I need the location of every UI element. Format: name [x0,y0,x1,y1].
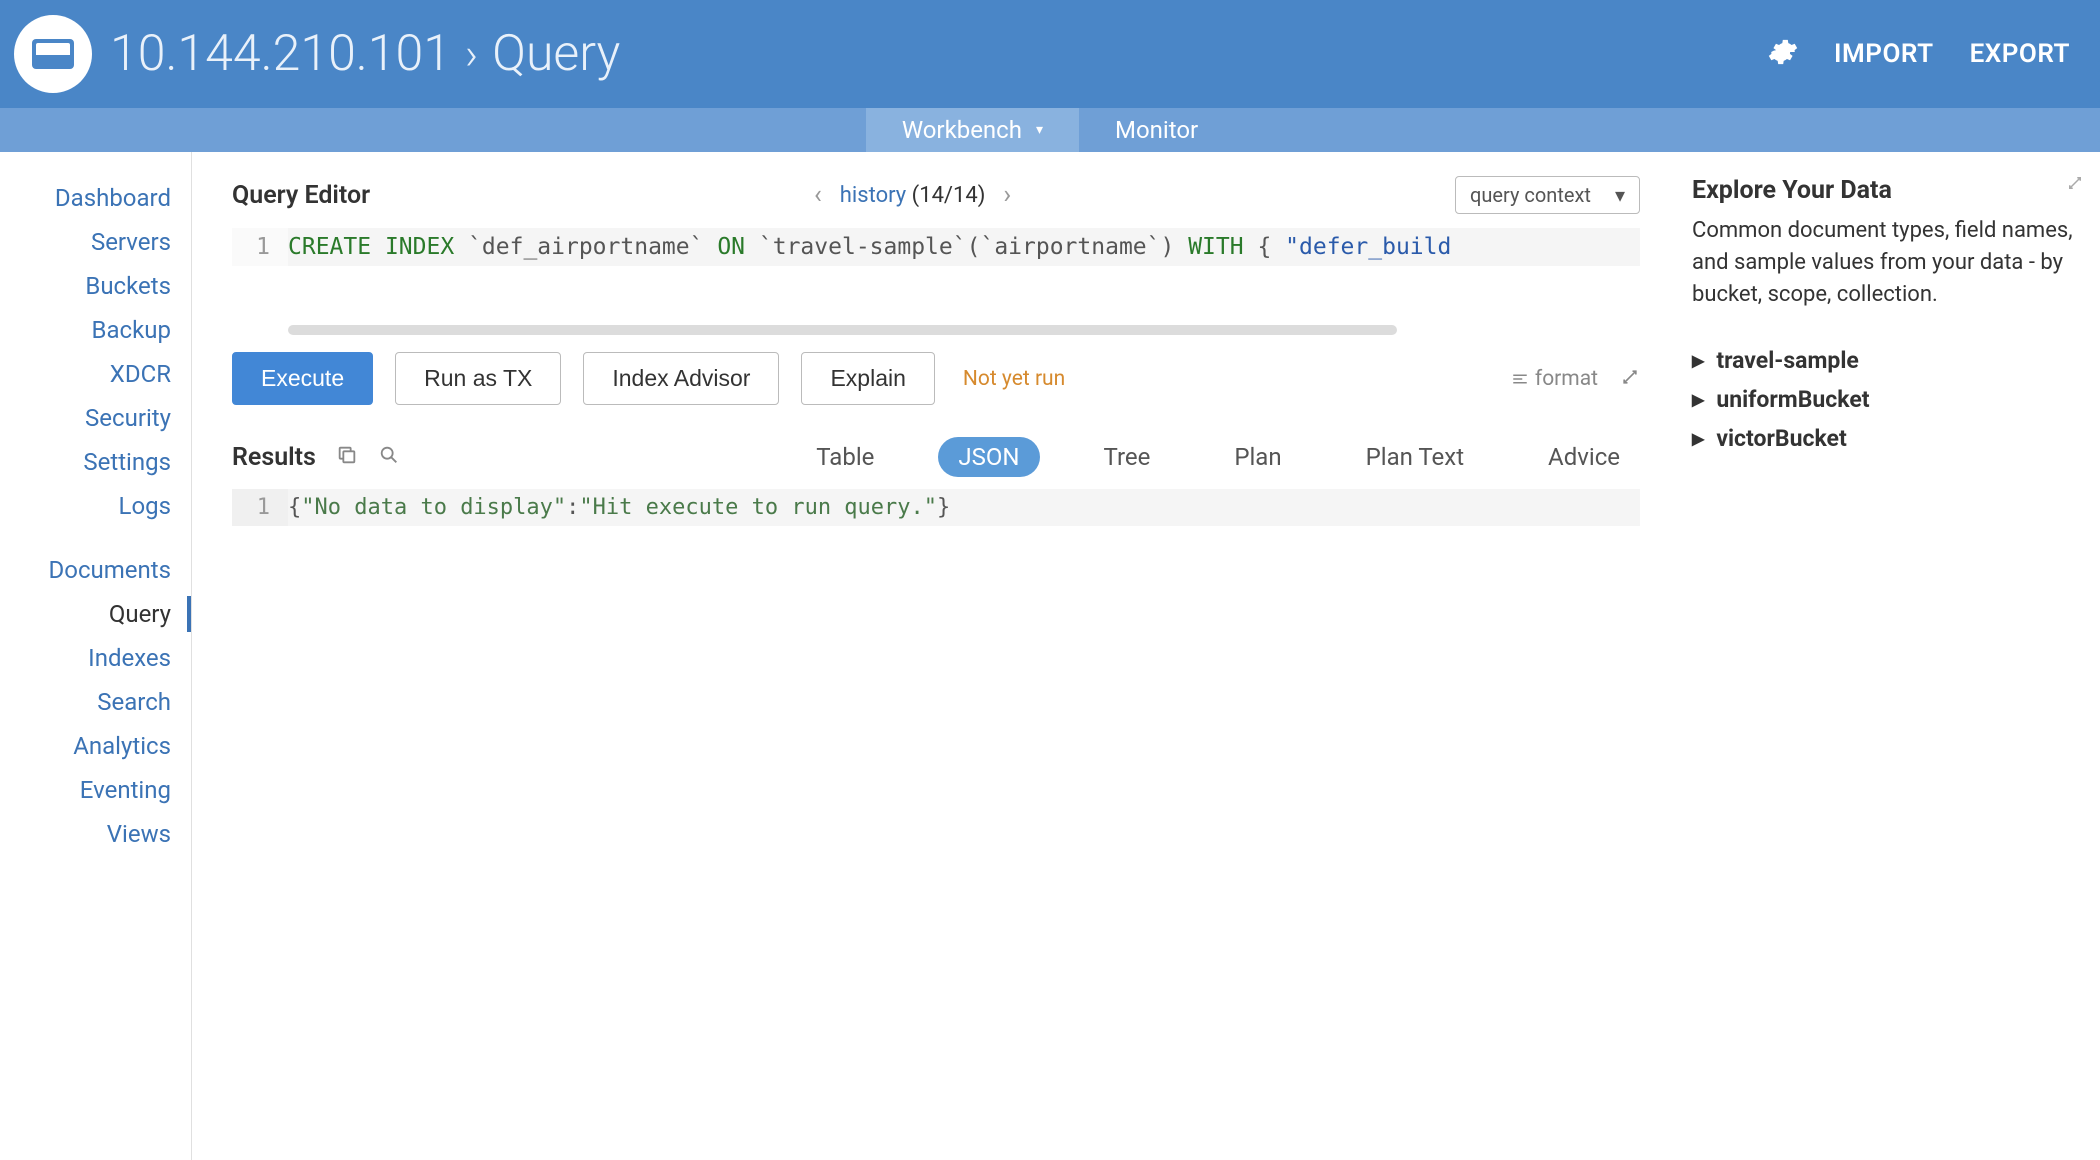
editor-gutter: 1 [232,228,288,266]
format-button[interactable]: format [1511,367,1598,391]
explore-title: Explore Your Data [1692,176,2080,205]
query-editor-title: Query Editor [232,181,370,210]
sidebar-item-search[interactable]: Search [0,680,191,724]
history-link[interactable]: history [840,183,906,208]
view-tab-json[interactable]: JSON [938,437,1039,477]
history-prev-icon[interactable]: ‹ [814,180,822,210]
results-body: 1 {"No data to display":"Hit execute to … [232,489,1640,526]
view-tab-table[interactable]: Table [796,437,894,477]
bucket-item-travel-sample[interactable]: ▶ travel-sample [1692,341,2080,380]
breadcrumb-host[interactable]: 10.144.210.101 [110,25,451,83]
run-as-tx-button[interactable]: Run as TX [395,352,561,405]
sidebar-item-views[interactable]: Views [0,812,191,856]
explain-button[interactable]: Explain [801,352,934,405]
expand-icon[interactable] [1620,367,1640,391]
breadcrumb: 10.144.210.101 › Query [110,25,620,83]
tab-workbench[interactable]: Workbench ▾ [866,108,1079,152]
sidebar-item-xdcr[interactable]: XDCR [0,352,191,396]
history-count: (14/14) [912,183,986,208]
sidebar-item-indexes[interactable]: Indexes [0,636,191,680]
view-tab-tree[interactable]: Tree [1084,437,1171,477]
content: Query Editor ‹ history (14/14) › query c… [192,152,2100,1160]
chevron-right-icon: › [465,28,478,80]
sidebar-item-analytics[interactable]: Analytics [0,724,191,768]
sidebar-item-query[interactable]: Query [0,592,191,636]
tab-monitor[interactable]: Monitor [1079,108,1234,152]
history-next-icon[interactable]: › [1003,180,1011,210]
editor-content[interactable]: CREATE INDEX `def_airportname` ON `trave… [288,228,1640,266]
explore-panel: Explore Your Data Common document types,… [1670,152,2100,1160]
results-title: Results [232,443,316,472]
bucket-item-victor[interactable]: ▶ victorBucket [1692,419,2080,458]
results-gutter: 1 [232,489,288,526]
sidebar: Dashboard Servers Buckets Backup XDCR Se… [0,152,192,1160]
caret-right-icon: ▶ [1692,390,1704,409]
chevron-down-icon: ▾ [1615,183,1625,207]
sidebar-item-security[interactable]: Security [0,396,191,440]
sidebar-item-documents[interactable]: Documents [0,548,191,592]
sidebar-item-backup[interactable]: Backup [0,308,191,352]
sidebar-item-logs[interactable]: Logs [0,484,191,528]
view-tab-plan[interactable]: Plan [1214,437,1301,477]
sidebar-item-settings[interactable]: Settings [0,440,191,484]
query-context-select[interactable]: query context ▾ [1455,176,1640,214]
sidebar-item-dashboard[interactable]: Dashboard [0,176,191,220]
copy-icon[interactable] [336,444,358,470]
search-icon[interactable] [378,444,400,470]
subheader-tabs: Workbench ▾ Monitor [0,108,2100,152]
view-tab-plantext[interactable]: Plan Text [1346,437,1484,477]
query-context-label: query context [1470,183,1591,207]
import-button[interactable]: IMPORT [1834,39,1934,69]
header: 10.144.210.101 › Query IMPORT EXPORT [0,0,2100,108]
bucket-item-uniform[interactable]: ▶ uniformBucket [1692,380,2080,419]
explore-description: Common document types, field names, and … [1692,215,2080,311]
view-tab-advice[interactable]: Advice [1528,437,1640,477]
execute-button[interactable]: Execute [232,352,373,405]
run-status: Not yet run [963,367,1065,391]
sidebar-item-servers[interactable]: Servers [0,220,191,264]
index-advisor-button[interactable]: Index Advisor [583,352,779,405]
main: Dashboard Servers Buckets Backup XDCR Se… [0,152,2100,1160]
caret-right-icon: ▶ [1692,429,1704,448]
action-bar: Execute Run as TX Index Advisor Explain … [232,352,1640,405]
tab-monitor-label: Monitor [1115,116,1198,144]
breadcrumb-page: Query [492,25,620,83]
chevron-down-icon: ▾ [1036,122,1043,138]
sidebar-item-eventing[interactable]: Eventing [0,768,191,812]
tab-workbench-label: Workbench [902,116,1022,144]
results-view-tabs: Table JSON Tree Plan Plan Text Advice [796,437,1640,477]
sidebar-item-buckets[interactable]: Buckets [0,264,191,308]
query-editor[interactable]: 1 CREATE INDEX `def_airportname` ON `tra… [232,228,1640,338]
results-header: Results Table JSON Tree Plan Plan Text A… [232,437,1640,477]
query-editor-header: Query Editor ‹ history (14/14) › query c… [232,176,1640,214]
gear-icon[interactable] [1768,37,1798,71]
editor-area: Query Editor ‹ history (14/14) › query c… [192,152,1670,1160]
editor-scrollbar[interactable] [288,322,1640,338]
panel-expand-icon[interactable] [2066,174,2084,196]
logo-icon [14,15,92,93]
results-content[interactable]: {"No data to display":"Hit execute to ru… [288,489,1640,526]
caret-right-icon: ▶ [1692,351,1704,370]
export-button[interactable]: EXPORT [1970,39,2070,69]
